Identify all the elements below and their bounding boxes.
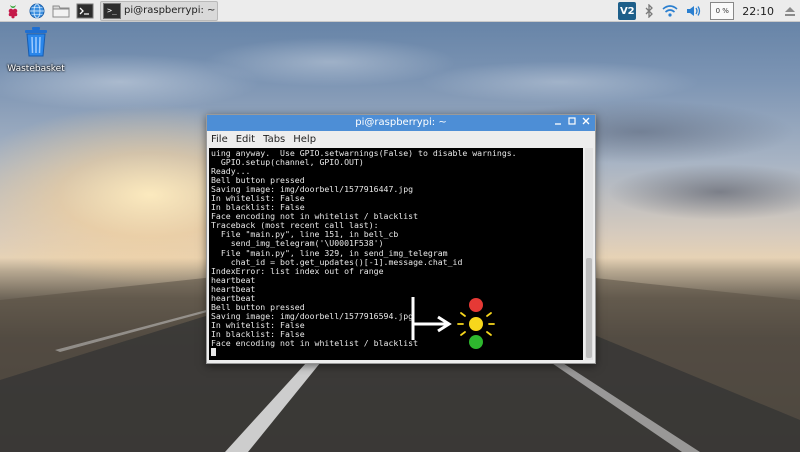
- maximize-icon: [568, 117, 576, 125]
- terminal-text: uing anyway. Use GPIO.setwarnings(False)…: [209, 148, 583, 358]
- close-icon: [582, 117, 590, 125]
- bluetooth-tray-button[interactable]: [644, 4, 654, 18]
- volume-icon: [687, 6, 701, 16]
- maximize-button[interactable]: [565, 116, 579, 130]
- system-tray: V2 0 % 22:10: [618, 0, 800, 22]
- wifi-tray-button[interactable]: [662, 4, 678, 18]
- volume-tray-button[interactable]: [686, 4, 702, 18]
- close-button[interactable]: [579, 116, 593, 130]
- menu-help[interactable]: Help: [293, 134, 316, 145]
- taskbar-button-label: pi@raspberrypi: ~: [124, 5, 216, 16]
- eject-tray-button[interactable]: [784, 5, 796, 17]
- taskbar-terminal-window-button[interactable]: >_ pi@raspberrypi: ~: [100, 0, 218, 21]
- clock[interactable]: 22:10: [742, 5, 774, 18]
- file-manager-button[interactable]: [50, 1, 72, 21]
- window-titlebar[interactable]: pi@raspberrypi: ~: [207, 115, 595, 131]
- cpu-usage-monitor[interactable]: 0 %: [710, 2, 735, 20]
- raspberry-menu-button[interactable]: [2, 1, 24, 21]
- terminal-window[interactable]: pi@raspberrypi: ~ File Edit Tabs Help ui…: [206, 114, 596, 364]
- bluetooth-icon: [645, 4, 654, 18]
- scrollbar-thumb[interactable]: [586, 258, 592, 358]
- menu-bar: File Edit Tabs Help: [207, 131, 595, 147]
- menu-file[interactable]: File: [211, 134, 228, 145]
- wastebasket-icon: [25, 27, 47, 57]
- eject-icon: [785, 7, 795, 16]
- terminal-icon: >_: [103, 2, 121, 19]
- file-manager-folder-icon: [52, 5, 70, 17]
- web-browser-globe-icon: [29, 3, 45, 18]
- desktop-icon-label: Wastebasket: [7, 64, 65, 74]
- terminal-scrollbar[interactable]: [585, 148, 593, 360]
- terminal-cursor: [211, 348, 216, 357]
- menu-tabs[interactable]: Tabs: [263, 134, 285, 145]
- terminal-output[interactable]: uing anyway. Use GPIO.setwarnings(False)…: [209, 148, 583, 360]
- raspberry-menu-icon: [8, 4, 18, 18]
- menu-edit[interactable]: Edit: [236, 134, 255, 145]
- desktop-icon-wastebasket[interactable]: Wastebasket: [6, 26, 66, 74]
- wifi-icon: [662, 5, 678, 17]
- vnc-icon[interactable]: V2: [618, 2, 637, 20]
- window-controls: [551, 115, 593, 131]
- top-panel: >_ pi@raspberrypi: ~ V2 0 % 22:10: [0, 0, 800, 22]
- terminal-icon: [76, 3, 94, 18]
- window-title: pi@raspberrypi: ~: [355, 117, 447, 128]
- web-browser-button[interactable]: [26, 1, 48, 21]
- minimize-icon: [555, 123, 561, 125]
- minimize-button[interactable]: [551, 116, 565, 130]
- terminal-launcher-button[interactable]: [74, 1, 96, 21]
